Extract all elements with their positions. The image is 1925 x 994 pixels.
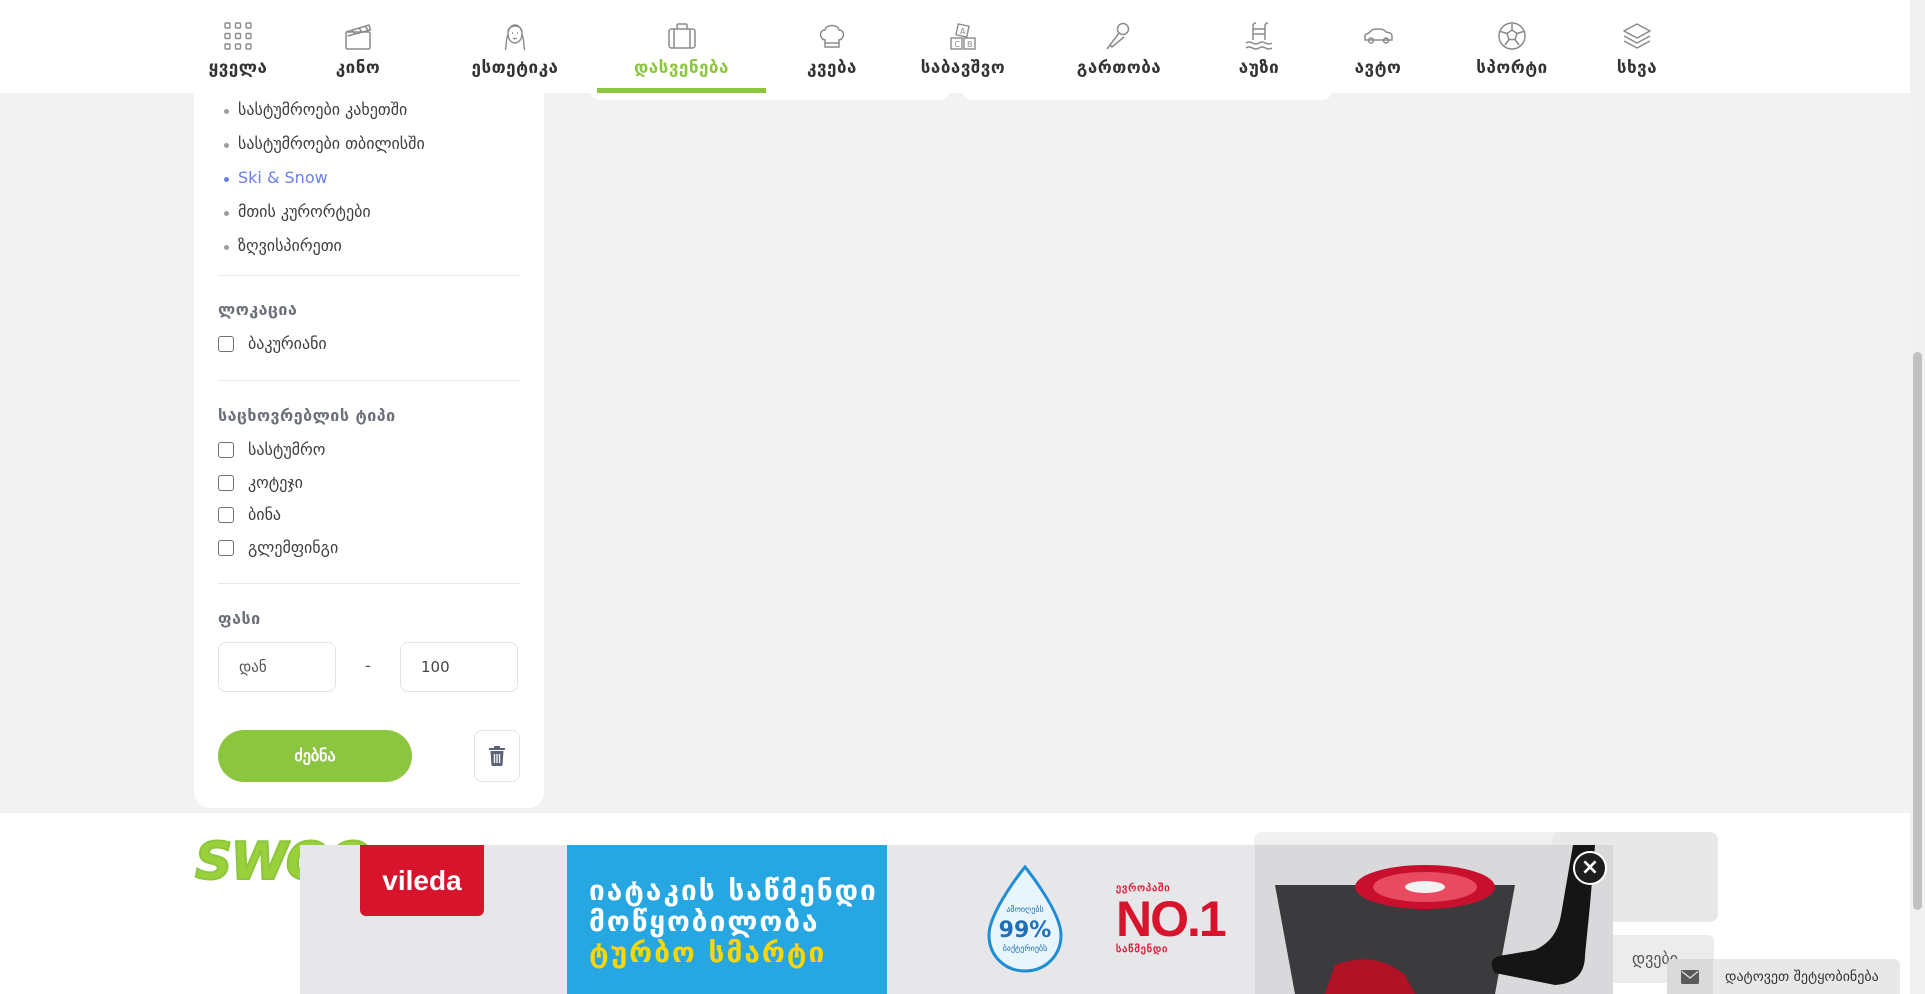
accommodation-checkbox-apartment[interactable]: ბინა — [218, 505, 281, 524]
ad-product-photo — [1255, 845, 1613, 994]
svg-text:A: A — [960, 27, 966, 36]
trash-icon — [489, 746, 505, 766]
woman-face-icon — [504, 24, 526, 51]
toy-blocks-icon: C B A — [950, 23, 976, 50]
nav-item-label: კვება — [807, 58, 857, 78]
subcategory-link[interactable]: ზღვისპირეთი — [222, 229, 425, 263]
badge-value: 99% — [999, 918, 1052, 943]
ad-product-name: ტურბო სმარტი — [589, 936, 827, 969]
checkbox[interactable] — [218, 506, 234, 523]
divider — [218, 380, 520, 381]
checkbox-label: კოტეჯი — [248, 473, 303, 492]
ad-headline-line: იატაკის საწმენდი — [589, 874, 878, 907]
ad-headline-line: მოწყობილობა — [589, 905, 820, 938]
price-to-input[interactable] — [400, 642, 518, 692]
nav-item-label: საბავშვო — [920, 58, 1006, 78]
envelope-icon-wrap — [1667, 959, 1713, 994]
location-title: ლოკაცია — [218, 300, 298, 319]
nav-item-label: სპორტი — [1476, 58, 1548, 78]
football-icon — [1498, 22, 1526, 50]
no1-badge: ევროპაში NO.1 საწმენდი — [1116, 883, 1227, 955]
nav-item-label: ესთეტიკა — [471, 58, 559, 78]
grid-icon — [224, 22, 252, 50]
chef-hat-icon — [819, 24, 845, 48]
leave-message-label: დატოვეთ შეტყობინება — [1725, 968, 1879, 985]
ad-headline-block: იატაკის საწმენდი მოწყობილობა ტურბო სმარტ… — [567, 845, 887, 994]
checkbox-label: სასტუმრო — [248, 440, 326, 459]
divider — [218, 583, 520, 584]
badge-bottom-text: ბაქტერიებს — [1003, 943, 1048, 953]
checkbox[interactable] — [218, 474, 234, 491]
accommodation-title: საცხოვრებლის ტიპი — [218, 406, 396, 425]
nav-item-label: ავტო — [1354, 58, 1402, 78]
nav-item-food[interactable]: კვება — [800, 0, 864, 93]
subcategory-list: სასტუმროები კახეთში სასტუმროები თბილისში… — [222, 93, 425, 263]
svg-text:B: B — [967, 40, 973, 49]
checkbox-label: ბინა — [248, 505, 282, 524]
price-separator: - — [365, 656, 371, 675]
nav-item-label: სხვა — [1616, 58, 1658, 78]
checkbox-label: ბაკურიანი — [248, 334, 327, 353]
filter-sidebar: სასტუმროები კახეთში სასტუმროები თბილისში… — [194, 80, 544, 808]
nav-item-label: დასვენება — [634, 58, 729, 78]
nav-item-entertainment[interactable]: გართობა — [1074, 0, 1164, 93]
location-checkbox-bakuriani[interactable]: ბაკურიანი — [218, 334, 327, 353]
nav-item-label: კინო — [335, 58, 381, 78]
clear-filters-button[interactable] — [474, 730, 520, 782]
mop-bucket-image — [1255, 845, 1613, 994]
nav-item-aesthetics[interactable]: ესთეტიკა — [467, 0, 563, 93]
accommodation-checkbox-cottage[interactable]: კოტეჯი — [218, 473, 303, 492]
nav-item-label: ყველა — [208, 58, 268, 78]
clapperboard-icon — [345, 24, 372, 50]
price-from-input[interactable] — [218, 642, 336, 692]
search-button[interactable]: ძებნა — [218, 730, 412, 782]
divider — [218, 275, 520, 276]
vileda-logo: vileda — [360, 845, 484, 916]
subcategory-link-active[interactable]: Ski & Snow — [222, 161, 425, 195]
water-drop-badge: ამოიღებს 99% ბაქტერიებს — [987, 864, 1063, 973]
nav-item-kids[interactable]: C B A საბავშვო — [916, 0, 1010, 93]
badge-top-text: ამოიღებს — [1006, 904, 1043, 914]
layers-icon — [1623, 23, 1651, 49]
checkbox-label: გლემფინგი — [248, 538, 339, 557]
microphone-icon — [1106, 22, 1130, 50]
checkbox[interactable] — [218, 539, 234, 556]
nav-item-sport[interactable]: სპორტი — [1475, 0, 1549, 93]
no1-value: NO.1 — [1116, 891, 1227, 947]
svg-text:C: C — [955, 40, 961, 49]
nav-item-leisure[interactable]: დასვენება — [597, 0, 766, 93]
nav-item-auto[interactable]: ავტო — [1354, 0, 1402, 93]
subcategory-link[interactable]: სასტუმროები კახეთში — [222, 93, 425, 127]
nav-item-all[interactable]: ყველა — [195, 0, 281, 93]
car-icon — [1364, 28, 1393, 44]
category-nav: ყველა კინო ესთეტიკა დასვენება კვება C B … — [0, 0, 1910, 93]
accommodation-checkbox-hotel[interactable]: სასტუმრო — [218, 440, 325, 459]
nav-item-label: გართობა — [1076, 58, 1162, 78]
subcategory-link[interactable]: მთის კურორტები — [222, 195, 425, 229]
ad-banner[interactable]: vileda იატაკის საწმენდი მოწყობილობა ტურბ… — [300, 845, 1613, 994]
nav-item-pool[interactable]: აუზი — [1236, 0, 1282, 93]
nav-item-label: აუზი — [1238, 58, 1280, 78]
scrollbar-thumb[interactable] — [1913, 352, 1922, 910]
pool-ladder-icon — [1245, 22, 1273, 50]
close-ad-button[interactable]: × — [1573, 851, 1607, 885]
price-title: ფასი — [218, 609, 261, 628]
suitcase-icon — [667, 23, 696, 49]
subcategory-link[interactable]: სასტუმროები თბილისში — [222, 127, 425, 161]
checkbox[interactable] — [218, 441, 234, 458]
leave-message-bar[interactable]: დატოვეთ შეტყობინება — [1667, 959, 1900, 994]
accommodation-checkbox-glamping[interactable]: გლემფინგი — [218, 538, 338, 557]
envelope-icon — [1681, 969, 1699, 984]
nav-item-cinema[interactable]: კინო — [311, 0, 405, 93]
nav-item-other[interactable]: სხვა — [1615, 0, 1659, 93]
checkbox[interactable] — [218, 335, 234, 352]
